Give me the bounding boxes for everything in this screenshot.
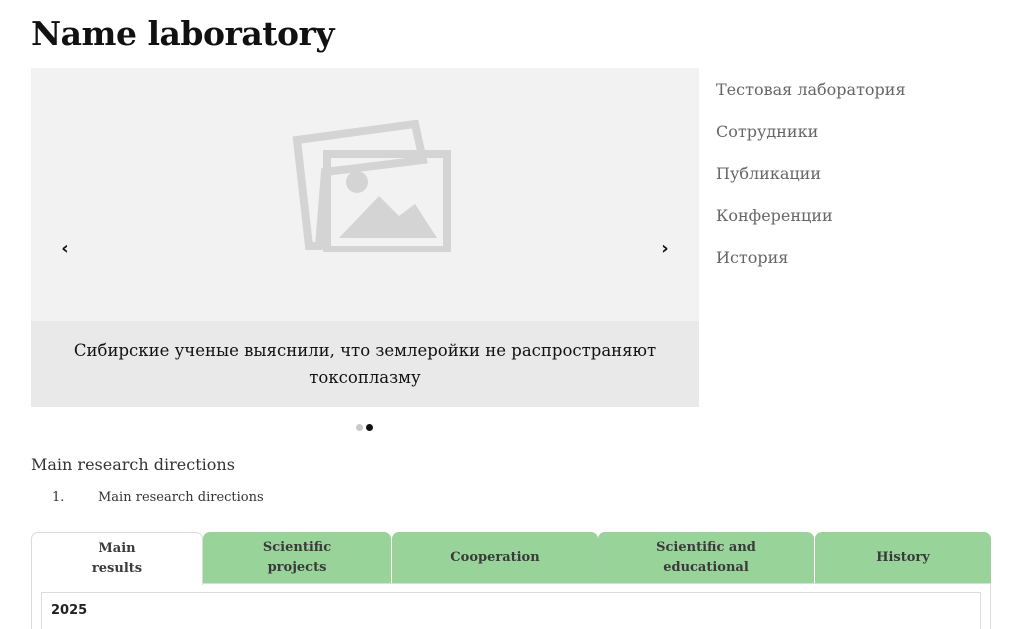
side-nav: Тестовая лаборатория Сотрудники Публикац…: [716, 78, 906, 288]
tab-label: History: [876, 550, 930, 565]
carousel-indicator-1[interactable]: [356, 424, 363, 431]
tab-main-results[interactable]: Main results: [31, 532, 203, 585]
page-title: Name laboratory: [31, 14, 335, 53]
carousel-caption: Сибирские ученые выяснили, что землеройк…: [31, 321, 699, 407]
carousel-indicator-2[interactable]: [366, 424, 373, 431]
nav-item-publications[interactable]: Публикации: [716, 162, 906, 204]
year-label: 2025: [51, 603, 88, 618]
image-carousel: ‹ › Сибирские ученые выяснили, что земле…: [31, 68, 699, 407]
tab-content-panel: 2025: [31, 583, 991, 629]
list-item: Main research directions: [98, 490, 264, 505]
results-box: 2025: [41, 592, 981, 629]
carousel-next-button[interactable]: ›: [655, 238, 675, 260]
tab-label: Cooperation: [450, 550, 540, 565]
nav-item-history[interactable]: История: [716, 246, 906, 288]
image-placeholder-icon: [292, 120, 451, 252]
list-item-number: 1.: [52, 490, 65, 505]
nav-item-conferences[interactable]: Конференции: [716, 204, 906, 246]
tab-label: Main results: [91, 541, 143, 576]
tab-label: Scientific and educational: [656, 540, 756, 575]
carousel-prev-button[interactable]: ‹: [55, 238, 75, 260]
tab-history[interactable]: History: [815, 532, 991, 583]
tab-bar: Main results Scientific projects Coopera…: [31, 532, 991, 585]
tab-label: Scientific projects: [262, 540, 332, 575]
nav-item-test-lab[interactable]: Тестовая лаборатория: [716, 78, 906, 120]
nav-item-staff[interactable]: Сотрудники: [716, 120, 906, 162]
tab-scientific-educational[interactable]: Scientific and educational: [598, 532, 814, 583]
tab-cooperation[interactable]: Cooperation: [392, 532, 598, 583]
research-heading: Main research directions: [31, 455, 235, 474]
tab-scientific-projects[interactable]: Scientific projects: [203, 532, 391, 583]
